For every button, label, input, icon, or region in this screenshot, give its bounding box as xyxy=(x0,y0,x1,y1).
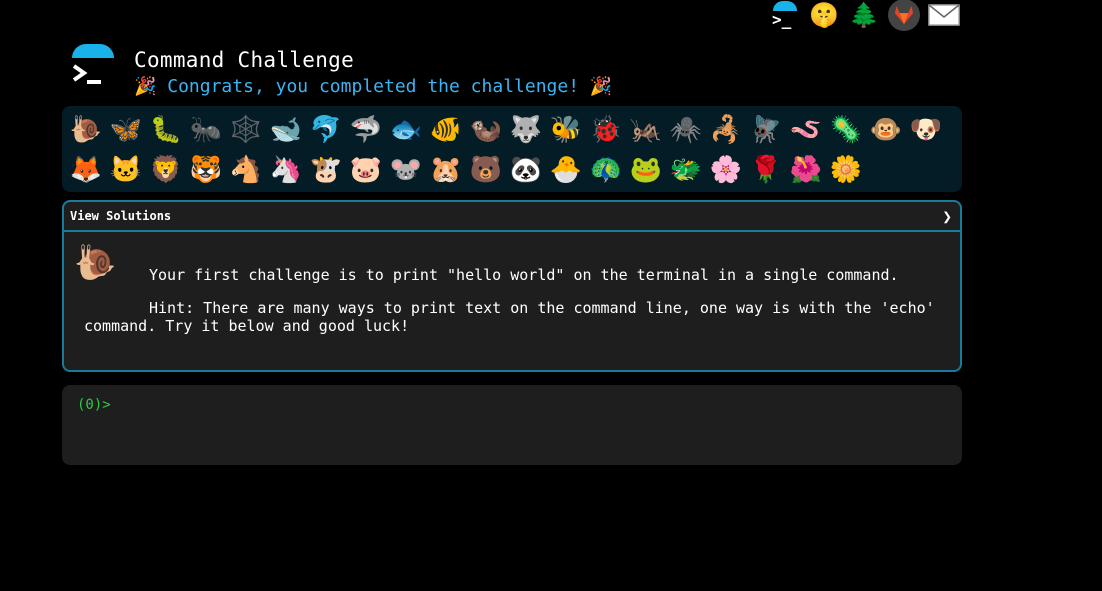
tropical-fish-badge-icon[interactable]: 🐠 xyxy=(426,110,466,150)
chick-badge-icon[interactable]: 🐣 xyxy=(546,150,586,190)
shush-face-icon[interactable]: 🤫 xyxy=(808,0,840,30)
page-header: Command Challenge 🎉 Congrats, you comple… xyxy=(70,44,612,97)
view-solutions-label: View Solutions xyxy=(70,209,172,223)
frog-badge-icon[interactable]: 🐸 xyxy=(626,150,666,190)
pig-badge-icon[interactable]: 🐷 xyxy=(346,150,386,190)
peacock-badge-icon[interactable]: 🦚 xyxy=(586,150,626,190)
spider-badge-icon[interactable]: 🕷️ xyxy=(666,110,706,150)
butterfly-badge-icon[interactable]: 🦋 xyxy=(106,110,146,150)
hibiscus-badge-icon[interactable]: 🌺 xyxy=(786,150,826,190)
scorpion-badge-icon[interactable]: 🦂 xyxy=(706,110,746,150)
dolphin-badge-icon[interactable]: 🐬 xyxy=(306,110,346,150)
mouse-badge-icon[interactable]: 🐭 xyxy=(386,150,426,190)
snail-icon: 🐌 xyxy=(74,243,117,283)
spider-web-badge-icon[interactable]: 🕸️ xyxy=(226,110,266,150)
whale-badge-icon[interactable]: 🐋 xyxy=(266,110,306,150)
microbe-badge-icon[interactable]: 🦠 xyxy=(826,110,866,150)
chevron-right-icon: ❯ xyxy=(942,206,952,226)
terminal-input[interactable]: (0)> xyxy=(62,385,962,465)
panda-badge-icon[interactable]: 🐼 xyxy=(506,150,546,190)
top-nav: >_ 🤫 🌲 xyxy=(768,0,960,31)
cherry-blossom-badge-icon[interactable]: 🌸 xyxy=(706,150,746,190)
terminal-logo-icon[interactable]: >_ xyxy=(768,0,800,30)
dog-badge-icon[interactable]: 🐶 xyxy=(906,110,946,150)
ladybug-badge-icon[interactable]: 🐞 xyxy=(586,110,626,150)
shark-badge-icon[interactable]: 🦈 xyxy=(346,110,386,150)
cricket-badge-icon[interactable]: 🦗 xyxy=(626,110,666,150)
view-solutions-toggle[interactable]: View Solutions ❯ xyxy=(64,202,960,232)
challenge-panel: View Solutions ❯ 🐌 Your first challenge … xyxy=(62,200,962,372)
horse-badge-icon[interactable]: 🐴 xyxy=(226,150,266,190)
unicorn-badge-icon[interactable]: 🦄 xyxy=(266,150,306,190)
worm-badge-icon[interactable]: 🪱 xyxy=(786,110,826,150)
tree-icon[interactable]: 🌲 xyxy=(848,0,880,30)
challenge-description: Your first challenge is to print "hello … xyxy=(149,266,899,284)
otter-badge-icon[interactable]: 🦦 xyxy=(466,110,506,150)
bee-badge-icon[interactable]: 🐝 xyxy=(546,110,586,150)
page-title: Command Challenge xyxy=(134,48,355,72)
lion-badge-icon[interactable]: 🦁 xyxy=(146,150,186,190)
fox-badge-icon[interactable]: 🦊 xyxy=(66,150,106,190)
monkey-badge-icon[interactable]: 🐵 xyxy=(866,110,906,150)
rose-badge-icon[interactable]: 🌹 xyxy=(746,150,786,190)
caterpillar-badge-icon[interactable]: 🐛 xyxy=(146,110,186,150)
badge-grid: 🐌 🦋 🐛 🐜 🕸️ 🐋 🐬 🦈 🐟 🐠 🦦 🐺 🐝 🐞 🦗 🕷️ 🦂 🪰 🪱 🦠 🐵 🐶 🦊 🐱 🦁 🐯 🐴 🦄 🐮 🐷 🐭 🐹 🐻 🐼 🐣 🦚 🐸 🐲… xyxy=(62,106,962,192)
logo-icon[interactable] xyxy=(70,44,116,90)
dragon-badge-icon[interactable]: 🐲 xyxy=(666,150,706,190)
tiger-badge-icon[interactable]: 🐯 xyxy=(186,150,226,190)
mail-icon[interactable] xyxy=(928,0,960,30)
ant-badge-icon[interactable]: 🐜 xyxy=(186,110,226,150)
fly-badge-icon[interactable]: 🪰 xyxy=(746,110,786,150)
bear-badge-icon[interactable]: 🐻 xyxy=(466,150,506,190)
congrats-message: 🎉 Congrats, you completed the challenge!… xyxy=(134,76,613,97)
sunflower-badge-icon[interactable]: 🌼 xyxy=(826,150,866,190)
cow-badge-icon[interactable]: 🐮 xyxy=(306,150,346,190)
gitlab-icon[interactable] xyxy=(888,0,920,31)
wolf-badge-icon[interactable]: 🐺 xyxy=(506,110,546,150)
terminal-prompt: (0)> xyxy=(77,397,111,413)
cat-badge-icon[interactable]: 🐱 xyxy=(106,150,146,190)
challenge-hint: Hint: There are many ways to print text … xyxy=(84,299,935,335)
hamster-badge-icon[interactable]: 🐹 xyxy=(426,150,466,190)
snail-badge-icon[interactable]: 🐌 xyxy=(66,110,106,150)
fish-badge-icon[interactable]: 🐟 xyxy=(386,110,426,150)
